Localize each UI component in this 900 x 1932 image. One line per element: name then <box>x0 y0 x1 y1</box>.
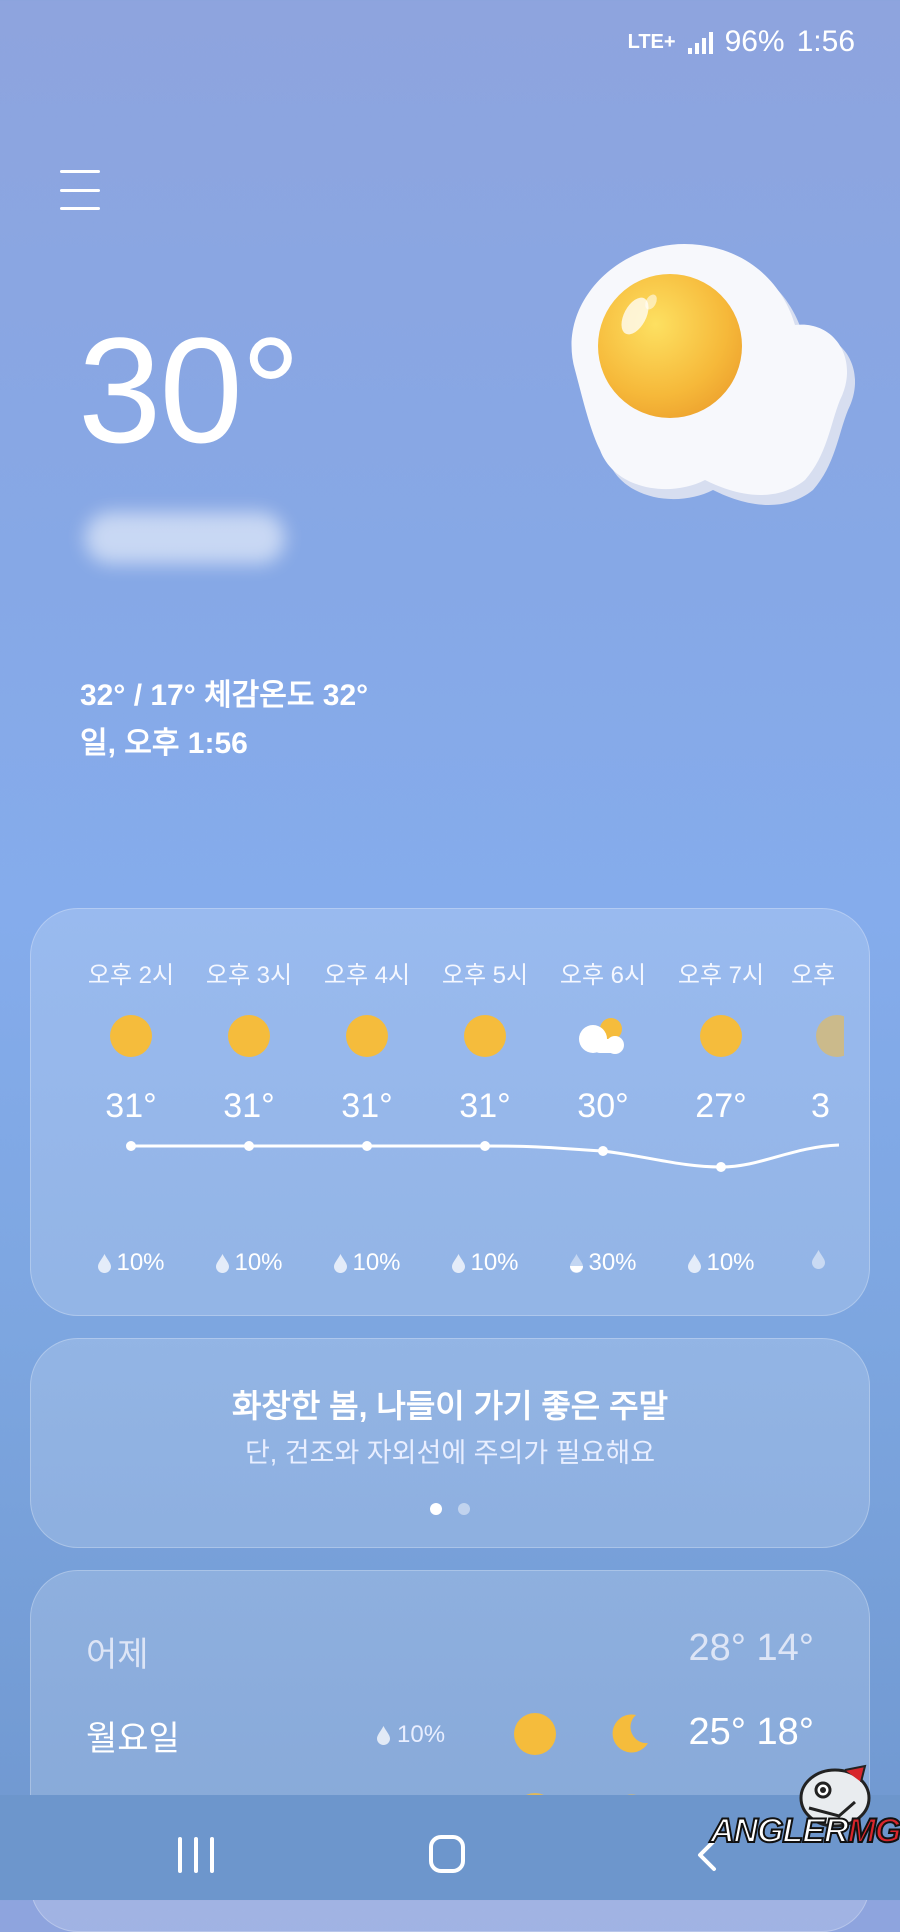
watermark-logo: ANGLERMG <box>709 1760 900 1870</box>
raindrop-icon <box>811 1249 831 1274</box>
message-title: 화창한 봄, 나들이 가기 좋은 주말 <box>231 1388 669 1424</box>
page-indicator <box>31 1503 869 1515</box>
watermark-text: ANGLERMG <box>709 1811 900 1851</box>
raindrop-icon <box>452 1254 466 1273</box>
hourly-forecast-card[interactable]: 오후 2시 오후 3시 오후 4시 오후 5시 오후 6시 오후 7시 오후 3… <box>30 908 870 1316</box>
page-dot <box>458 1503 470 1515</box>
hour-precip: 10% <box>194 1249 304 1277</box>
signal-icon <box>687 30 713 54</box>
location-blurred <box>85 512 285 564</box>
page-dot-active <box>430 1503 442 1515</box>
day-name: 어제 <box>86 1636 149 1674</box>
hour-precip: 10% <box>666 1249 776 1277</box>
weather-message-card[interactable]: 화창한 봄, 나들이 가기 좋은 주말 단, 건조와 자외선에 주의가 필요해요 <box>30 1338 870 1548</box>
raindrop-icon <box>334 1254 348 1273</box>
clock: 1:56 <box>796 25 855 58</box>
battery-level: 96% <box>724 25 785 58</box>
hour-precip: 30% <box>548 1249 658 1277</box>
status-bar: LTE+ 96% 1:56 <box>628 22 855 62</box>
day-name: 월요일 <box>86 1720 180 1758</box>
day-temps: 25° 18° <box>688 1711 815 1753</box>
daily-row-yesterday[interactable]: 어제 28° 14° <box>86 1619 814 1679</box>
sun-icon <box>514 1713 556 1755</box>
daily-row-monday[interactable]: 월요일 10% 25° 18° <box>86 1703 814 1763</box>
raindrop-icon <box>98 1254 112 1273</box>
temp-range-feels-like: 32° / 17° 체감온도 32° <box>80 679 369 712</box>
raindrop-half-icon <box>570 1254 584 1273</box>
raindrop-icon <box>377 1726 390 1745</box>
menu-icon[interactable] <box>60 170 100 210</box>
message-subtitle: 단, 건조와 자외선에 주의가 필요해요 <box>244 1438 656 1468</box>
hour-precip: 10% <box>312 1249 422 1277</box>
moon-icon <box>612 1714 648 1753</box>
current-datetime: 일, 오후 1:56 <box>80 727 248 760</box>
hour-precip: 10% <box>76 1249 186 1277</box>
current-temperature: 30° <box>78 306 301 474</box>
network-type: LTE+ <box>627 31 676 53</box>
recent-apps-button[interactable] <box>178 1837 214 1873</box>
day-precip: 10% <box>376 1721 445 1749</box>
hour-precip: 10% <box>430 1249 540 1277</box>
fried-egg-sun-icon <box>571 243 855 505</box>
day-temps: 28° 14° <box>688 1627 815 1669</box>
raindrop-icon <box>216 1254 230 1273</box>
home-button[interactable] <box>429 1835 465 1873</box>
raindrop-icon <box>688 1254 702 1273</box>
